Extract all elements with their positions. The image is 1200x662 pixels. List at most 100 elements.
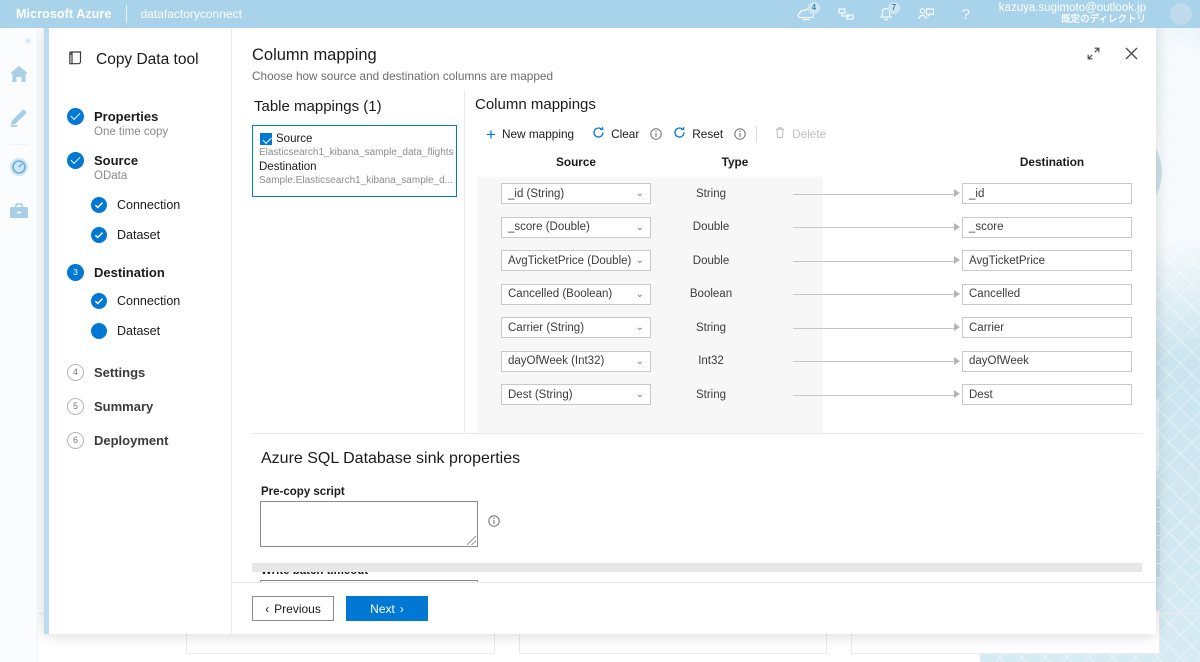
previous-label: Previous <box>274 602 321 616</box>
rail-item-author[interactable] <box>0 98 37 142</box>
source-column-value: Carrier (String) <box>508 322 584 334</box>
wizard-substep-source-connection[interactable]: Connection <box>91 190 231 220</box>
azure-brand-logo[interactable]: Microsoft Azure <box>0 7 126 21</box>
substep-status-icon-current <box>91 323 107 339</box>
type-value: String <box>651 389 771 401</box>
destination-column-input[interactable]: Carrier <box>962 317 1132 338</box>
sink-horizontal-scrollbar[interactable] <box>252 563 1142 572</box>
cloud-shell-icon[interactable]: 4 <box>795 3 817 25</box>
destination-column-input[interactable]: Cancelled <box>962 284 1132 305</box>
source-column-value: AvgTicketPrice (Double) <box>508 255 631 267</box>
table-row: _id (String) ⌄ String _id <box>473 177 1142 211</box>
source-column-select[interactable]: _id (String) ⌄ <box>501 183 651 204</box>
wizard-step-properties[interactable]: Properties One time copy <box>67 102 231 138</box>
wizard-substep-destination-dataset[interactable]: Dataset <box>91 316 231 346</box>
blade-window-controls <box>1082 42 1142 64</box>
mapping-link <box>771 251 962 271</box>
source-column-select[interactable]: Dest (String) ⌄ <box>501 384 651 405</box>
table-row: _score (Double) ⌄ Double _score <box>473 211 1142 245</box>
maximize-icon[interactable] <box>1082 42 1104 64</box>
avatar[interactable] <box>1170 3 1192 25</box>
mapping-link <box>771 351 962 371</box>
destination-column-input[interactable]: dayOfWeek <box>962 351 1132 372</box>
wizard-step-deployment[interactable]: 6 Deployment <box>67 426 231 454</box>
precopy-script-textarea[interactable] <box>260 501 478 547</box>
chevron-down-icon: ⌄ <box>636 289 644 300</box>
chevron-down-icon: ⌄ <box>636 222 644 233</box>
monitor-gauge-icon <box>8 156 30 183</box>
destination-column-input[interactable]: AvgTicketPrice <box>962 250 1132 271</box>
new-mapping-button[interactable]: + New mapping <box>477 121 583 147</box>
destination-column-input[interactable]: _score <box>962 217 1132 238</box>
table-mapping-source-label: Source <box>276 132 450 146</box>
destination-column-value: Carrier <box>969 322 1004 334</box>
reset-info-icon[interactable] <box>732 128 748 140</box>
next-label: Next <box>370 602 395 616</box>
refresh-icon <box>592 126 605 142</box>
wizard-step-sublabel: OData <box>94 170 231 182</box>
delete-label: Delete <box>792 127 826 141</box>
arrow-icon <box>954 357 960 365</box>
next-button[interactable]: Next › <box>346 596 428 621</box>
source-column-select[interactable]: Cancelled (Boolean) ⌄ <box>501 284 651 305</box>
table-mapping-source-value: Elasticsearch1_kibana_sample_data_flight… <box>259 146 450 160</box>
table-row: Cancelled (Boolean) ⌄ Boolean Cancelled <box>473 278 1142 312</box>
directories-subscriptions-icon[interactable] <box>835 3 857 25</box>
new-mapping-label: New mapping <box>502 127 574 141</box>
wizard-step-summary[interactable]: 5 Summary <box>67 392 231 420</box>
reset-label: Reset <box>692 127 723 141</box>
notifications-badge: 7 <box>888 2 900 14</box>
type-value: Int32 <box>651 355 771 367</box>
chevron-down-icon: ⌄ <box>636 322 644 333</box>
source-column-select[interactable]: Carrier (String) ⌄ <box>501 317 651 338</box>
clear-info-icon[interactable] <box>648 128 664 140</box>
source-column-value: dayOfWeek (Int32) <box>508 355 604 367</box>
chevron-left-icon: ‹ <box>265 602 269 616</box>
rail-item-home[interactable] <box>0 54 37 98</box>
destination-column-input[interactable]: _id <box>962 183 1132 204</box>
help-icon[interactable]: ? <box>955 3 977 25</box>
destination-column-input[interactable]: Dest <box>962 384 1132 405</box>
source-column-select[interactable]: AvgTicketPrice (Double) ⌄ <box>501 250 651 271</box>
step-status-icon-done <box>67 108 84 125</box>
breadcrumb[interactable]: datafactoryconnect <box>127 7 242 21</box>
precopy-script-info-icon[interactable] <box>486 515 502 527</box>
blade-title-row: Copy Data tool <box>49 28 231 72</box>
reset-button[interactable]: Reset <box>664 121 732 147</box>
feedback-icon[interactable] <box>915 3 937 25</box>
wizard-step-label: Summary <box>94 399 153 414</box>
substep-status-icon-done <box>91 293 107 309</box>
source-column-value: _score (Double) <box>508 221 590 233</box>
source-column-select[interactable]: dayOfWeek (Int32) ⌄ <box>501 351 651 372</box>
close-icon[interactable] <box>1120 42 1142 64</box>
destination-column-value: _score <box>969 221 1004 233</box>
sink-properties-title: Azure SQL Database sink properties <box>260 434 1142 468</box>
resize-grip-icon[interactable] <box>467 536 476 545</box>
user-account[interactable]: kazuya.sugimoto@outlook.jp 既定のディレクトリ <box>995 2 1146 26</box>
clear-button[interactable]: Clear <box>583 121 648 147</box>
wizard-step-settings[interactable]: 4 Settings <box>67 358 231 386</box>
wizard-substep-destination-connection[interactable]: Connection <box>91 286 231 316</box>
wizard-step-destination[interactable]: 3 Destination <box>67 258 231 286</box>
previous-button[interactable]: ‹ Previous <box>252 596 334 621</box>
notifications-bell-icon[interactable]: 7 <box>875 3 897 25</box>
rail-item-manage[interactable] <box>0 191 37 235</box>
wizard-step-source[interactable]: Source OData <box>67 146 231 182</box>
azure-top-bar: Microsoft Azure datafactoryconnect 4 7 ?… <box>0 0 1200 28</box>
step-status-icon-idle: 6 <box>67 432 84 449</box>
step-status-icon-idle: 4 <box>67 364 84 381</box>
table-row: AvgTicketPrice (Double) ⌄ Double AvgTick… <box>473 244 1142 278</box>
rail-expand-button[interactable]: » <box>0 28 37 54</box>
chevron-right-icon: › <box>400 602 404 616</box>
table-mapping-destination-label: Destination <box>259 160 450 174</box>
step-status-icon-idle: 5 <box>67 398 84 415</box>
wizard-substep-label: Dataset <box>117 324 160 338</box>
table-mapping-item[interactable]: Source Elasticsearch1_kibana_sample_data… <box>252 125 457 197</box>
wizard-substep-source-dataset[interactable]: Dataset <box>91 220 231 250</box>
rail-item-monitor[interactable] <box>0 147 37 191</box>
table-mapping-checkbox[interactable] <box>260 133 272 145</box>
source-column-select[interactable]: _score (Double) ⌄ <box>501 217 651 238</box>
user-directory: 既定のディレクトリ <box>999 15 1146 26</box>
arrow-icon <box>954 290 960 298</box>
clear-label: Clear <box>611 127 639 141</box>
